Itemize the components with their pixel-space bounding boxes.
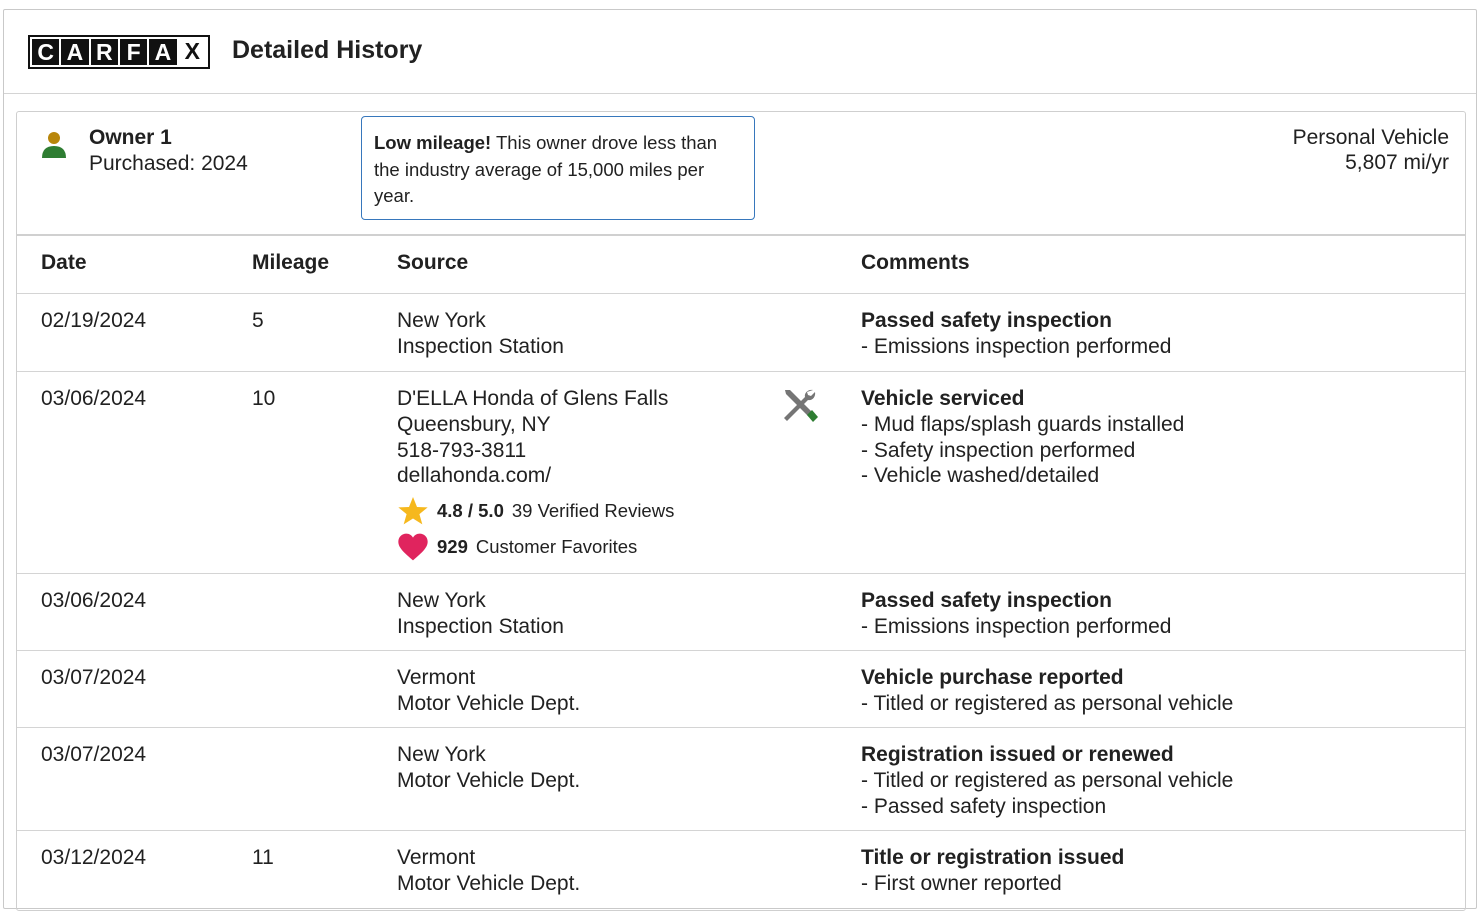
heart-icon [398, 533, 428, 561]
section-title: Detailed History [232, 36, 423, 64]
row-date: 02/19/2024 [41, 309, 147, 332]
row-source: New York Inspection Station [397, 589, 564, 638]
comment-item: Titled or registered as personal vehicle [861, 768, 1233, 794]
review-count: 39 Verified Reviews [511, 500, 675, 522]
dealer-phone[interactable]: 518-793-3811 [397, 438, 674, 464]
row-mileage: 5 [252, 309, 264, 332]
dealer-name: D'ELLA Honda of Glens Falls [397, 387, 669, 410]
carfax-logo: C A R F A X [28, 35, 210, 69]
row-date: 03/07/2024 [41, 666, 147, 689]
row-source: Vermont Motor Vehicle Dept. [397, 846, 581, 895]
row-comments: Passed safety inspection Emissions inspe… [861, 308, 1171, 360]
star-icon [398, 497, 428, 525]
history-table-header: Date Mileage Source Comments [17, 234, 1465, 294]
owner-name: Owner 1 [89, 126, 172, 149]
low-mileage-callout: Low mileage! This owner drove less than … [361, 116, 755, 220]
row-comments: Title or registration issued First owner… [861, 845, 1124, 897]
row-source: D'ELLA Honda of Glens Falls Queensbury, … [397, 386, 674, 565]
comment-title: Passed safety inspection [861, 309, 1112, 332]
comment-item: Emissions inspection performed [861, 334, 1172, 360]
usage-type: Personal Vehicle [1292, 126, 1449, 149]
dealer-website-link[interactable]: dellahonda.com/ [397, 463, 674, 489]
dealer-location: Queensbury, NY [397, 412, 551, 436]
row-date: 03/12/2024 [41, 846, 147, 869]
dealer-rating[interactable]: 4.8 / 5.0 39 Verified Reviews [397, 493, 674, 529]
person-icon [42, 132, 66, 158]
row-source: New York Motor Vehicle Dept. [397, 743, 581, 792]
owner-purchased: Purchased: 2024 [89, 152, 248, 175]
comment-item: Titled or registered as personal vehicle [861, 691, 1233, 717]
column-date: Date [41, 251, 87, 274]
dealer-favorites[interactable]: 929 Customer Favorites [397, 529, 674, 565]
usage-info: Personal Vehicle 5,807 mi/yr [1293, 125, 1449, 175]
comment-item: Safety inspection performed [861, 438, 1184, 464]
table-row: 02/19/2024 5 New York Inspection Station… [17, 294, 1465, 372]
row-date: 03/07/2024 [41, 743, 147, 766]
comment-title: Registration issued or renewed [861, 743, 1174, 766]
column-mileage: Mileage [252, 251, 330, 274]
row-mileage: 10 [252, 387, 276, 410]
row-date: 03/06/2024 [41, 589, 147, 612]
table-row: 03/06/2024 10 D'ELLA Honda of Glens Fall… [17, 372, 1465, 574]
table-row: 03/06/2024 New York Inspection Station P… [17, 574, 1465, 651]
table-row: 03/12/2024 11 Vermont Motor Vehicle Dept… [17, 831, 1465, 921]
comment-item: Mud flaps/splash guards installed [861, 412, 1185, 438]
comment-title: Title or registration issued [861, 846, 1125, 869]
row-comments: Vehicle serviced Mud flaps/splash guards… [861, 386, 1184, 489]
owner-card: Owner 1 Purchased: 2024 Low mileage! Thi… [16, 111, 1466, 911]
table-row: 03/07/2024 Vermont Motor Vehicle Dept. V… [17, 651, 1465, 728]
rating-value: 4.8 / 5.0 [437, 500, 504, 522]
comment-title: Vehicle purchase reported [861, 666, 1124, 689]
row-comments: Passed safety inspection Emissions inspe… [861, 588, 1171, 640]
row-source: New York Inspection Station [397, 309, 564, 358]
row-date: 03/06/2024 [41, 387, 147, 410]
section-header: C A R F A X Detailed History [4, 10, 1476, 94]
comment-item: First owner reported [861, 871, 1124, 897]
row-mileage: 11 [252, 846, 274, 869]
comment-title: Vehicle serviced [861, 387, 1025, 410]
comment-item: Vehicle washed/detailed [861, 463, 1184, 489]
usage-rate: 5,807 mi/yr [1345, 151, 1449, 174]
column-comments: Comments [861, 251, 970, 274]
row-source: Vermont Motor Vehicle Dept. [397, 666, 581, 715]
favorites-label: Customer Favorites [475, 536, 638, 558]
favorites-count: 929 [437, 536, 468, 558]
table-row: 03/07/2024 New York Motor Vehicle Dept. … [17, 728, 1465, 831]
row-comments: Registration issued or renewed Titled or… [861, 742, 1233, 819]
detailed-history-panel: C A R F A X Detailed History Owner 1 Pur… [3, 9, 1477, 911]
comment-title: Passed safety inspection [861, 589, 1112, 612]
comment-item: Emissions inspection performed [861, 614, 1172, 640]
column-source: Source [397, 251, 469, 274]
wrench-screwdriver-icon [784, 389, 818, 422]
comment-item: Passed safety inspection [861, 794, 1233, 820]
row-comments: Vehicle purchase reported Titled or regi… [861, 665, 1233, 717]
callout-heading: Low mileage! [374, 132, 492, 153]
